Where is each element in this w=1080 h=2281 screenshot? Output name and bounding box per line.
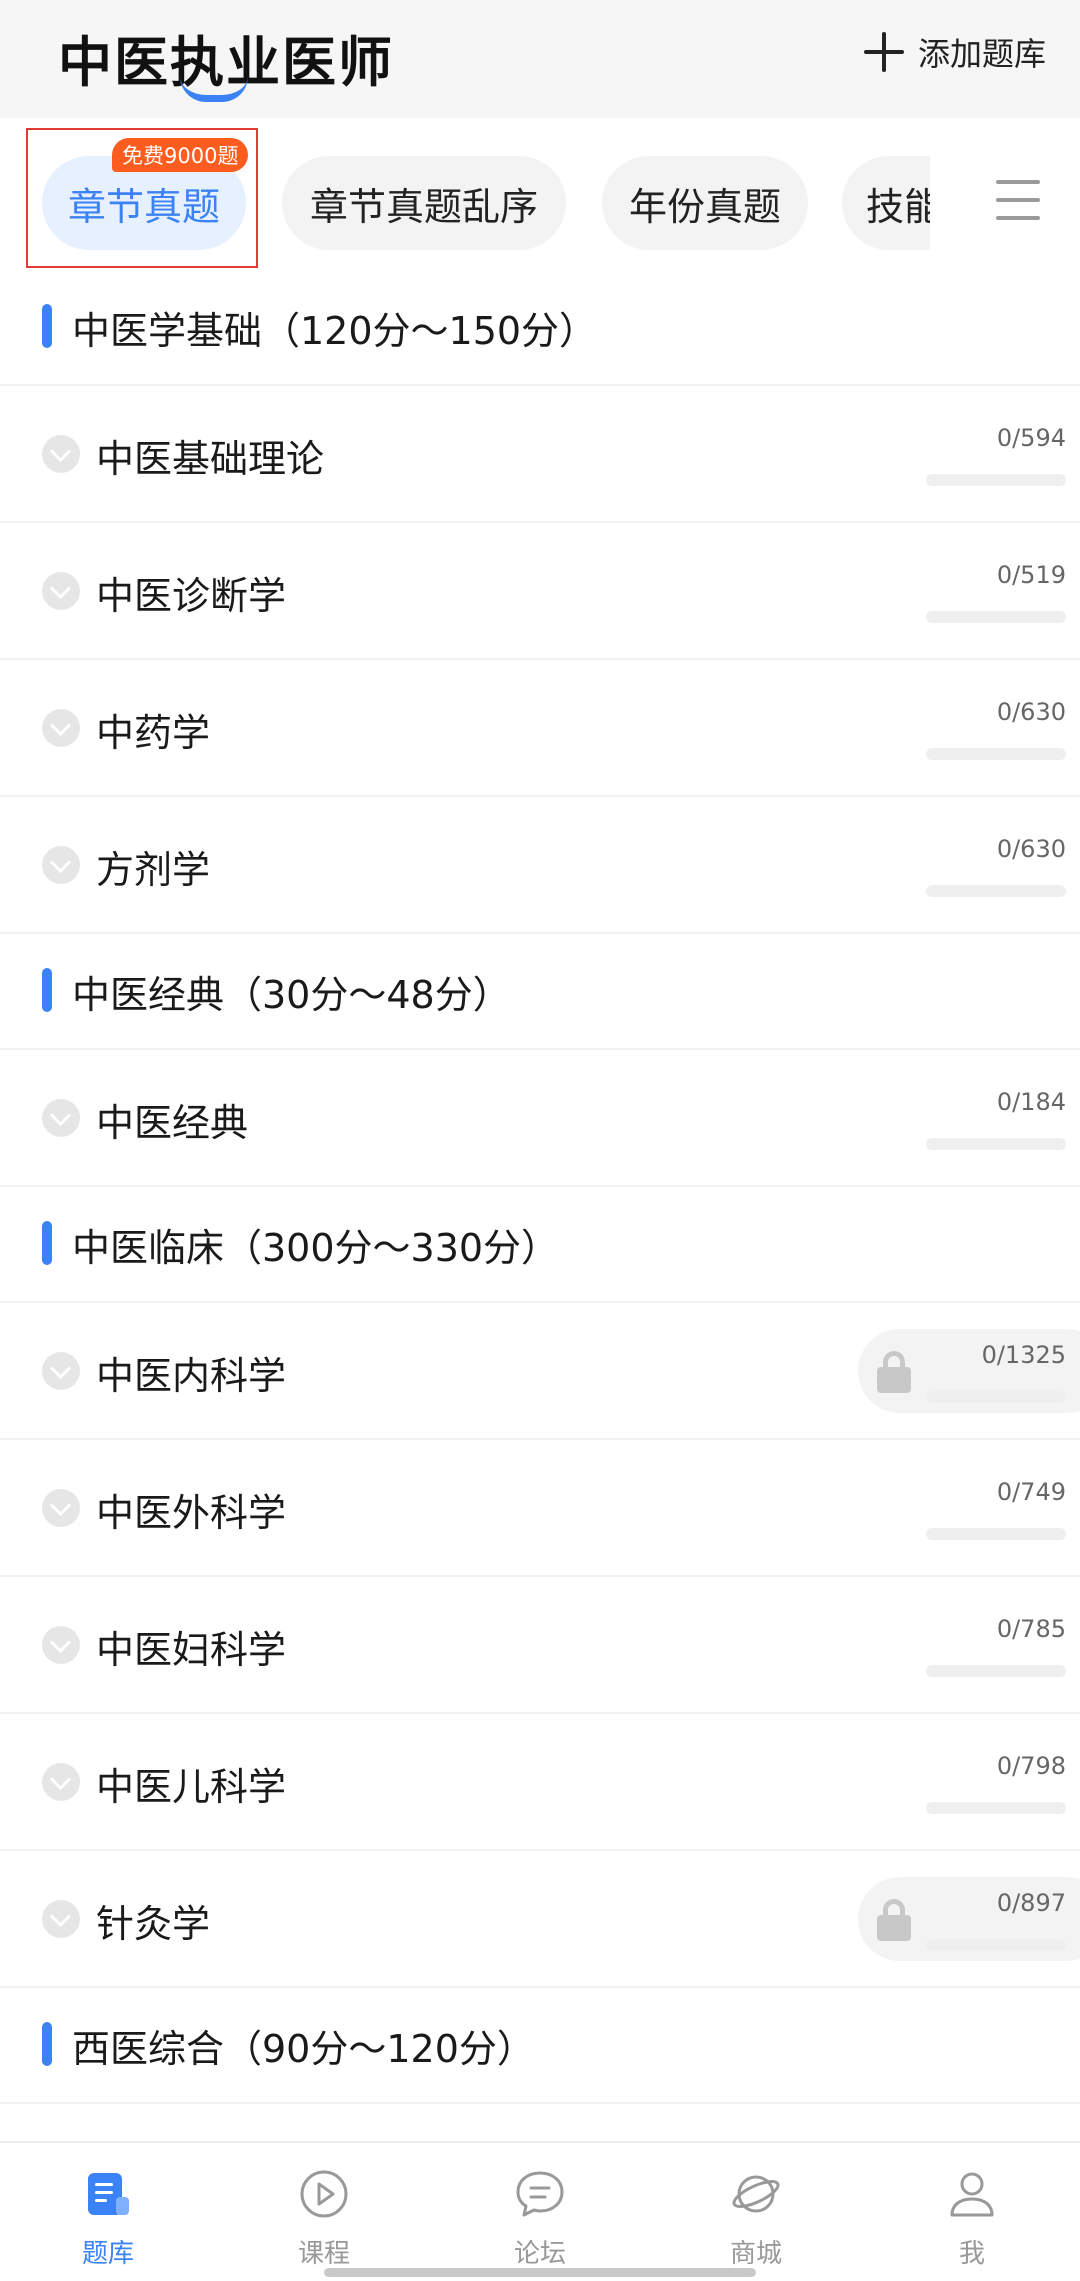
section-marker	[42, 1221, 52, 1265]
progress-bar	[926, 611, 1066, 623]
progress-count: 0/897	[996, 1889, 1066, 1917]
home-indicator[interactable]	[324, 2268, 756, 2277]
nav-mall[interactable]: 商城	[686, 2163, 826, 2273]
plus-icon	[863, 32, 904, 72]
check-circle-icon[interactable]	[42, 435, 80, 473]
item-label: 中医经典	[96, 1101, 249, 1145]
list-item[interactable]: 中医内科学 0/1325	[0, 1303, 1080, 1440]
tab-chapter-questions-shuffled[interactable]: 章节真题乱序	[282, 156, 566, 250]
progress-count: 0/630	[996, 698, 1066, 726]
progress-count: 0/184	[996, 1088, 1066, 1116]
section-title: 西医综合（90分～120分）	[72, 2027, 535, 2071]
progress-count: 0/1325	[981, 1341, 1066, 1369]
add-question-bank-button[interactable]: 添加题库	[863, 24, 1046, 80]
section-title: 中医学基础（120分～150分）	[72, 309, 598, 353]
item-label: 中医妇科学	[96, 1628, 287, 1672]
progress-bar	[926, 1391, 1066, 1403]
tab-label: 章节真题乱序	[309, 184, 538, 229]
progress-bar	[926, 1665, 1066, 1677]
progress-count: 0/519	[996, 561, 1066, 589]
nav-label: 题库	[81, 2239, 134, 2269]
person-icon	[950, 2172, 994, 2217]
lock-icon	[877, 1351, 911, 1393]
check-circle-icon[interactable]	[42, 1099, 80, 1137]
check-circle-icon[interactable]	[42, 1352, 80, 1390]
section-header: 中医学基础（120分～150分）	[0, 270, 1080, 386]
check-circle-icon[interactable]	[42, 572, 80, 610]
item-label: 中医外科学	[96, 1491, 287, 1535]
app-header: 中医执业医师 添加题库	[0, 0, 1080, 118]
question-bank-icon	[88, 2173, 129, 2215]
item-label: 中医基础理论	[96, 437, 325, 481]
nav-label: 论坛	[513, 2239, 566, 2269]
play-circle-icon	[300, 2170, 348, 2218]
progress-bar	[926, 885, 1066, 897]
item-label: 中医诊断学	[96, 574, 287, 618]
section-title: 中医临床（300分～330分）	[72, 1226, 560, 1270]
item-label: 针灸学	[96, 1902, 211, 1946]
list-item[interactable]: 中药学 0/630	[0, 660, 1080, 797]
nav-label: 课程	[297, 2239, 350, 2269]
item-label: 方剂学	[96, 848, 211, 892]
progress-count: 0/798	[996, 1752, 1066, 1780]
free-badge: 免费9000题	[112, 138, 249, 172]
chat-bubble-icon	[516, 2171, 564, 2217]
progress-bar	[926, 1138, 1066, 1150]
list-item[interactable]: 中医外科学 0/749	[0, 1440, 1080, 1577]
section-marker	[42, 304, 52, 348]
progress-count: 0/785	[996, 1615, 1066, 1643]
progress-count: 0/749	[996, 1478, 1066, 1506]
tab-label: 年份真题	[628, 184, 781, 229]
item-label: 中药学	[96, 711, 211, 755]
check-circle-icon[interactable]	[42, 709, 80, 747]
item-label: 中医内科学	[96, 1354, 287, 1398]
section-header: 西医综合（90分～120分）	[0, 1988, 1080, 2104]
progress-count: 0/630	[996, 835, 1066, 863]
check-circle-icon[interactable]	[42, 846, 80, 884]
menu-icon[interactable]	[996, 180, 1040, 220]
item-label: 中医儿科学	[96, 1765, 287, 1809]
list-item[interactable]: 中医基础理论 0/594	[0, 386, 1080, 523]
progress-count: 0/594	[996, 424, 1066, 452]
check-circle-icon[interactable]	[42, 1626, 80, 1664]
nav-label: 我	[958, 2239, 985, 2269]
list-item[interactable]: 中医经典 0/184	[0, 1050, 1080, 1187]
nav-forum[interactable]: 论坛	[470, 2163, 610, 2273]
progress-bar	[926, 1528, 1066, 1540]
progress-bar	[926, 474, 1066, 486]
nav-profile[interactable]: 我	[902, 2163, 1042, 2273]
progress-bar	[926, 1802, 1066, 1814]
check-circle-icon[interactable]	[42, 1763, 80, 1801]
section-title: 中医经典（30分～48分）	[72, 973, 511, 1017]
nav-courses[interactable]: 课程	[254, 2163, 394, 2273]
list-item[interactable]: 中医儿科学 0/798	[0, 1714, 1080, 1851]
title-underline-decoration	[180, 76, 248, 102]
progress-bar	[926, 1939, 1066, 1951]
check-circle-icon[interactable]	[42, 1489, 80, 1527]
section-marker	[42, 2022, 52, 2066]
list-item[interactable]: 中医诊断学 0/519	[0, 523, 1080, 660]
tab-label: 章节真题	[67, 184, 220, 229]
list-item[interactable]: 针灸学 0/897	[0, 1851, 1080, 1988]
bottom-nav: 题库 课程 论坛 商城 我	[0, 2141, 1080, 2281]
tab-year-questions[interactable]: 年份真题	[602, 156, 808, 250]
list-item[interactable]: 方剂学 0/630	[0, 797, 1080, 934]
lock-icon	[877, 1899, 911, 1941]
progress-bar	[926, 748, 1066, 760]
planet-icon	[732, 2175, 780, 2213]
section-header: 中医临床（300分～330分）	[0, 1187, 1080, 1303]
list-item[interactable]: 中医妇科学 0/785	[0, 1577, 1080, 1714]
nav-label: 商城	[729, 2239, 782, 2269]
category-tabs: 章节真题 免费9000题 章节真题乱序 年份真题 技能真题	[0, 118, 1080, 282]
section-marker	[42, 968, 52, 1012]
check-circle-icon[interactable]	[42, 1900, 80, 1938]
nav-question-bank[interactable]: 题库	[38, 2163, 178, 2273]
section-header: 中医经典（30分～48分）	[0, 934, 1080, 1050]
add-question-bank-label: 添加题库	[917, 35, 1046, 73]
